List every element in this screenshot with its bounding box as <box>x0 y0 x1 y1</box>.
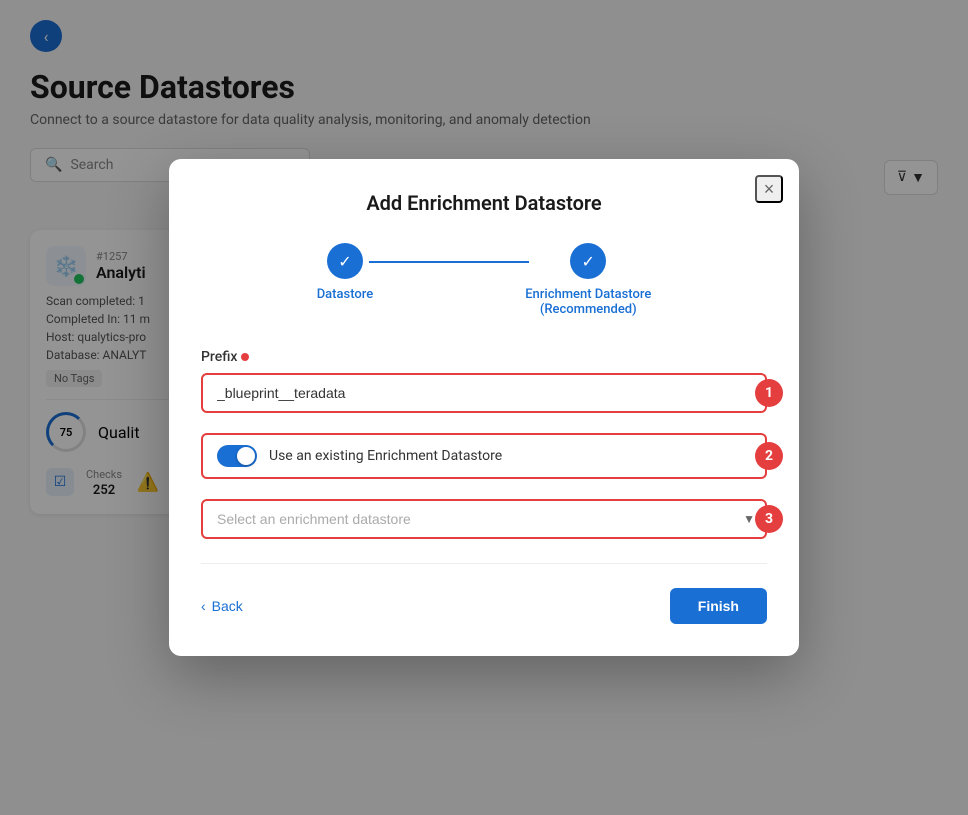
prefix-form-group: Prefix 1 <box>201 349 767 413</box>
step-1-circle: ✓ <box>327 243 363 279</box>
step-1: ✓ Datastore <box>317 243 374 302</box>
modal-footer: ‹ Back Finish <box>201 588 767 624</box>
existing-datastore-toggle[interactable] <box>217 445 257 467</box>
step-connector <box>369 261 529 263</box>
required-indicator <box>241 353 249 361</box>
modal-overlay: × Add Enrichment Datastore ✓ Datastore ✓… <box>0 0 968 815</box>
wizard-stepper: ✓ Datastore ✓ Enrichment Datastore (Reco… <box>201 243 767 317</box>
modal-title: Add Enrichment Datastore <box>201 191 767 215</box>
back-button[interactable]: ‹ Back <box>201 598 243 614</box>
select-form-group: Select an enrichment datastore ▼ 3 <box>201 499 767 539</box>
toggle-form-group: Use an existing Enrichment Datastore 2 <box>201 433 767 479</box>
prefix-label: Prefix <box>201 349 767 365</box>
select-field-wrapper: Select an enrichment datastore ▼ 3 <box>201 499 767 539</box>
add-enrichment-modal: × Add Enrichment Datastore ✓ Datastore ✓… <box>169 159 799 656</box>
prefix-field-wrapper: 1 <box>201 373 767 413</box>
toggle-label: Use an existing Enrichment Datastore <box>269 448 502 464</box>
finish-button[interactable]: Finish <box>670 588 767 624</box>
step-2-label: Enrichment Datastore (Recommended) <box>525 287 651 317</box>
step-badge-1: 1 <box>755 379 783 407</box>
step-1-label: Datastore <box>317 287 374 302</box>
step-2-circle: ✓ <box>570 243 606 279</box>
finish-label: Finish <box>698 598 739 614</box>
step-badge-2: 2 <box>755 442 783 470</box>
modal-divider <box>201 563 767 564</box>
toggle-knob <box>237 447 255 465</box>
step-badge-3: 3 <box>755 505 783 533</box>
back-chevron-icon: ‹ <box>201 598 206 614</box>
toggle-field-wrapper: Use an existing Enrichment Datastore 2 <box>201 433 767 479</box>
modal-close-button[interactable]: × <box>755 175 783 203</box>
back-label: Back <box>212 598 243 614</box>
step-2: ✓ Enrichment Datastore (Recommended) <box>525 243 651 317</box>
toggle-row[interactable]: Use an existing Enrichment Datastore <box>201 433 767 479</box>
enrichment-datastore-select[interactable]: Select an enrichment datastore <box>201 499 767 539</box>
prefix-input[interactable] <box>201 373 767 413</box>
